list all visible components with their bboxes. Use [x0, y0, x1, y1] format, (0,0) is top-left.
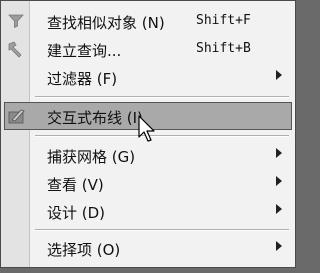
shortcut-label: Shift+B: [196, 41, 251, 56]
submenu-arrow-icon: [276, 70, 282, 80]
menu-separator: [35, 135, 289, 137]
menu-item-label: 过滤器 (F): [47, 70, 118, 88]
menu-item-filter[interactable]: 过滤器 (F): [1, 63, 295, 91]
mouse-pointer-icon: [138, 115, 155, 142]
submenu-arrow-icon: [276, 241, 282, 251]
menu-item-design[interactable]: 设计 (D): [1, 197, 295, 225]
query-tool-icon: [8, 41, 22, 58]
menu-item-label: 设计 (D): [47, 204, 106, 222]
routing-icon: [8, 109, 25, 124]
funnel-icon: [8, 14, 24, 29]
menu-item-view[interactable]: 查看 (V): [1, 169, 295, 197]
menu-item-label: 交互式布线 (I): [47, 109, 143, 127]
menu-item-find-similar-objects[interactable]: 查找相似对象 (N) Shift+F: [1, 7, 295, 35]
menu-separator: [35, 96, 289, 98]
menu-item-build-query[interactable]: 建立查询... Shift+B: [1, 35, 295, 63]
menu-item-snap-grid[interactable]: 捕获网格 (G): [1, 141, 295, 169]
submenu-arrow-icon: [276, 176, 282, 186]
menu-item-label: 捕获网格 (G): [47, 148, 136, 166]
menu-item-label: 选择项 (O): [47, 241, 121, 259]
menu-item-options[interactable]: 选择项 (O): [1, 234, 295, 262]
menu-item-label: 查找相似对象 (N): [47, 14, 165, 32]
menu-separator: [35, 229, 289, 231]
shortcut-label: Shift+F: [196, 13, 251, 28]
menu-item-label: 建立查询...: [47, 42, 122, 60]
submenu-arrow-icon: [276, 148, 282, 158]
submenu-arrow-icon: [276, 204, 282, 214]
menu-item-label: 查看 (V): [47, 176, 104, 194]
